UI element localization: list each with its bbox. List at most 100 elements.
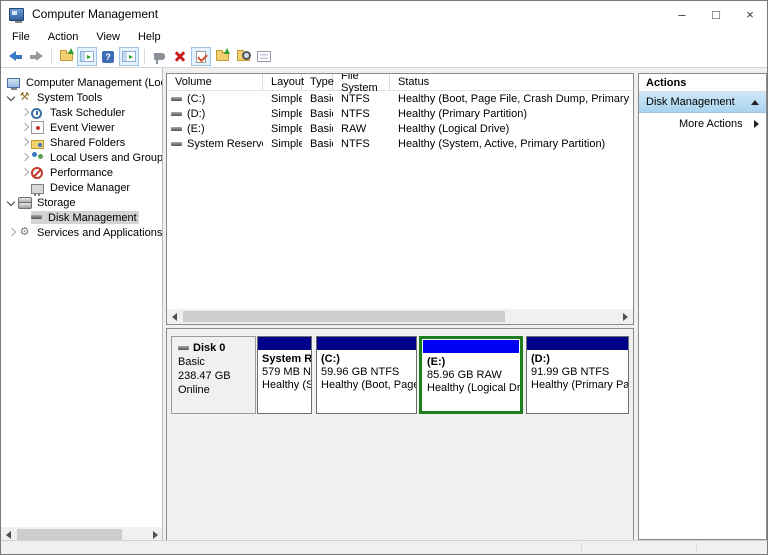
tree-item-disk-management[interactable]: Disk Management bbox=[1, 210, 162, 225]
scrollbar-thumb[interactable] bbox=[183, 311, 505, 322]
properties-icon[interactable] bbox=[254, 47, 274, 66]
menu-view[interactable]: View bbox=[87, 27, 129, 46]
volume-list-horizontal-scrollbar[interactable] bbox=[167, 309, 633, 324]
services-icon bbox=[18, 226, 31, 239]
submenu-arrow-icon bbox=[754, 120, 759, 128]
chevron-right-icon[interactable] bbox=[18, 106, 31, 119]
chevron-right-icon[interactable] bbox=[5, 226, 18, 239]
disk0-size: 238.47 GB bbox=[178, 369, 255, 383]
volume-icon bbox=[171, 97, 182, 101]
partition-e-selected[interactable]: (E:) 85.96 GB RAW Healthy (Logical Dri bbox=[419, 336, 523, 414]
window-controls: – □ × bbox=[665, 1, 767, 27]
chevron-right-icon[interactable] bbox=[18, 166, 31, 179]
expander-spacer bbox=[18, 181, 31, 194]
chevron-right-icon[interactable] bbox=[18, 121, 31, 134]
selected-tree-item: Disk Management bbox=[31, 211, 139, 224]
volume-icon bbox=[171, 112, 182, 116]
show-action-pane-icon[interactable] bbox=[119, 47, 139, 66]
console-tree: Computer Management (Local System Tools … bbox=[1, 75, 162, 240]
console-tree-panel: Computer Management (Local System Tools … bbox=[1, 68, 163, 542]
volume-row-system-reserved[interactable]: System Reserved Simple Basic NTFS Health… bbox=[167, 136, 633, 151]
status-bar bbox=[1, 540, 767, 554]
tree-item-shared-folders[interactable]: Shared Folders bbox=[1, 135, 162, 150]
window-title: Computer Management bbox=[32, 7, 158, 21]
partition-c[interactable]: (C:) 59.96 GB NTFS Healthy (Boot, Page bbox=[316, 336, 417, 414]
menu-file[interactable]: File bbox=[3, 27, 39, 46]
column-header-volume[interactable]: Volume bbox=[167, 74, 263, 90]
chevron-right-icon[interactable] bbox=[18, 136, 31, 149]
toolbar-separator bbox=[51, 49, 52, 64]
explore-folder-icon[interactable] bbox=[233, 47, 253, 66]
volume-row-c[interactable]: (C:) Simple Basic NTFS Healthy (Boot, Pa… bbox=[167, 91, 633, 106]
tree-item-storage[interactable]: Storage bbox=[1, 195, 162, 210]
partition-color-strip bbox=[527, 337, 628, 350]
tree-item-system-tools[interactable]: System Tools bbox=[1, 90, 162, 105]
computer-icon bbox=[7, 78, 20, 88]
system-tools-icon bbox=[18, 91, 31, 104]
volume-row-e[interactable]: (E:) Simple Basic RAW Healthy (Logical D… bbox=[167, 121, 633, 136]
volume-icon bbox=[171, 142, 182, 146]
actions-group-disk-management[interactable]: Disk Management bbox=[639, 92, 766, 113]
disk-graph-panel: Disk 0 Basic 238.47 GB Online System Re … bbox=[166, 328, 634, 555]
open-folder-icon[interactable] bbox=[212, 47, 232, 66]
show-console-tree-icon[interactable] bbox=[77, 47, 97, 66]
column-header-type[interactable]: Type bbox=[302, 74, 333, 90]
tree-item-computer-management[interactable]: Computer Management (Local bbox=[1, 75, 162, 90]
disk-icon bbox=[178, 346, 189, 350]
app-icon bbox=[9, 8, 24, 21]
scrollbar-thumb[interactable] bbox=[17, 529, 122, 540]
title-bar: Computer Management – □ × bbox=[1, 1, 767, 27]
column-header-status[interactable]: Status bbox=[390, 74, 633, 90]
collapse-icon[interactable] bbox=[751, 100, 759, 105]
disk0-label-box[interactable]: Disk 0 Basic 238.47 GB Online bbox=[171, 336, 256, 414]
tree-item-event-viewer[interactable]: Event Viewer bbox=[1, 120, 162, 135]
computer-management-window: Computer Management – □ × File Action Vi… bbox=[0, 0, 768, 555]
actions-pane: Actions Disk Management More Actions bbox=[638, 73, 767, 540]
chevron-right-icon[interactable] bbox=[18, 151, 31, 164]
toolbar-separator bbox=[144, 49, 145, 64]
mark-partition-icon[interactable] bbox=[191, 47, 211, 66]
help-icon[interactable] bbox=[98, 47, 118, 66]
minimize-button[interactable]: – bbox=[665, 1, 699, 27]
close-button[interactable]: × bbox=[733, 1, 767, 27]
disk-management-icon bbox=[31, 211, 44, 224]
partition-color-strip bbox=[317, 337, 416, 350]
volume-row-d[interactable]: (D:) Simple Basic NTFS Healthy (Primary … bbox=[167, 106, 633, 121]
tree-item-local-users-groups[interactable]: Local Users and Groups bbox=[1, 150, 162, 165]
partition-color-strip bbox=[423, 340, 519, 353]
disk0-type: Basic bbox=[178, 355, 255, 369]
column-header-file-system[interactable]: File System bbox=[333, 74, 390, 90]
chevron-down-icon[interactable] bbox=[5, 91, 18, 104]
scroll-left-icon[interactable] bbox=[167, 309, 182, 324]
tree-item-device-manager[interactable]: Device Manager bbox=[1, 180, 162, 195]
performance-icon bbox=[31, 167, 43, 179]
partition-d[interactable]: (D:) 91.99 GB NTFS Healthy (Primary Part bbox=[526, 336, 629, 414]
menu-action[interactable]: Action bbox=[39, 27, 88, 46]
scroll-right-icon[interactable] bbox=[618, 309, 633, 324]
maximize-button[interactable]: □ bbox=[699, 1, 733, 27]
up-level-folder-icon[interactable] bbox=[56, 47, 76, 66]
forward-icon[interactable] bbox=[26, 47, 46, 66]
volume-icon bbox=[171, 127, 182, 131]
more-actions-item[interactable]: More Actions bbox=[639, 113, 766, 134]
device-manager-icon bbox=[31, 184, 44, 194]
delete-partition-icon[interactable] bbox=[170, 47, 190, 66]
tree-item-performance[interactable]: Performance bbox=[1, 165, 162, 180]
event-viewer-icon bbox=[31, 121, 44, 134]
actions-title: Actions bbox=[639, 74, 766, 92]
partition-color-strip bbox=[258, 337, 311, 350]
menu-bar: File Action View Help bbox=[1, 27, 767, 46]
volume-list-panel: Volume Layout Type File System Status (C… bbox=[166, 73, 634, 325]
expander-spacer bbox=[18, 211, 31, 224]
back-icon[interactable] bbox=[5, 47, 25, 66]
status-bar-divider bbox=[581, 543, 582, 552]
tree-item-services-applications[interactable]: Services and Applications bbox=[1, 225, 162, 240]
partition-system-reserved[interactable]: System Re 579 MB NT Healthy (S bbox=[257, 336, 312, 414]
toolbar bbox=[1, 46, 767, 68]
menu-help[interactable]: Help bbox=[129, 27, 170, 46]
disk0-status: Online bbox=[178, 383, 255, 397]
chevron-down-icon[interactable] bbox=[5, 196, 18, 209]
pointer-flag-icon[interactable] bbox=[149, 47, 169, 66]
tree-item-task-scheduler[interactable]: Task Scheduler bbox=[1, 105, 162, 120]
column-header-layout[interactable]: Layout bbox=[263, 74, 302, 90]
